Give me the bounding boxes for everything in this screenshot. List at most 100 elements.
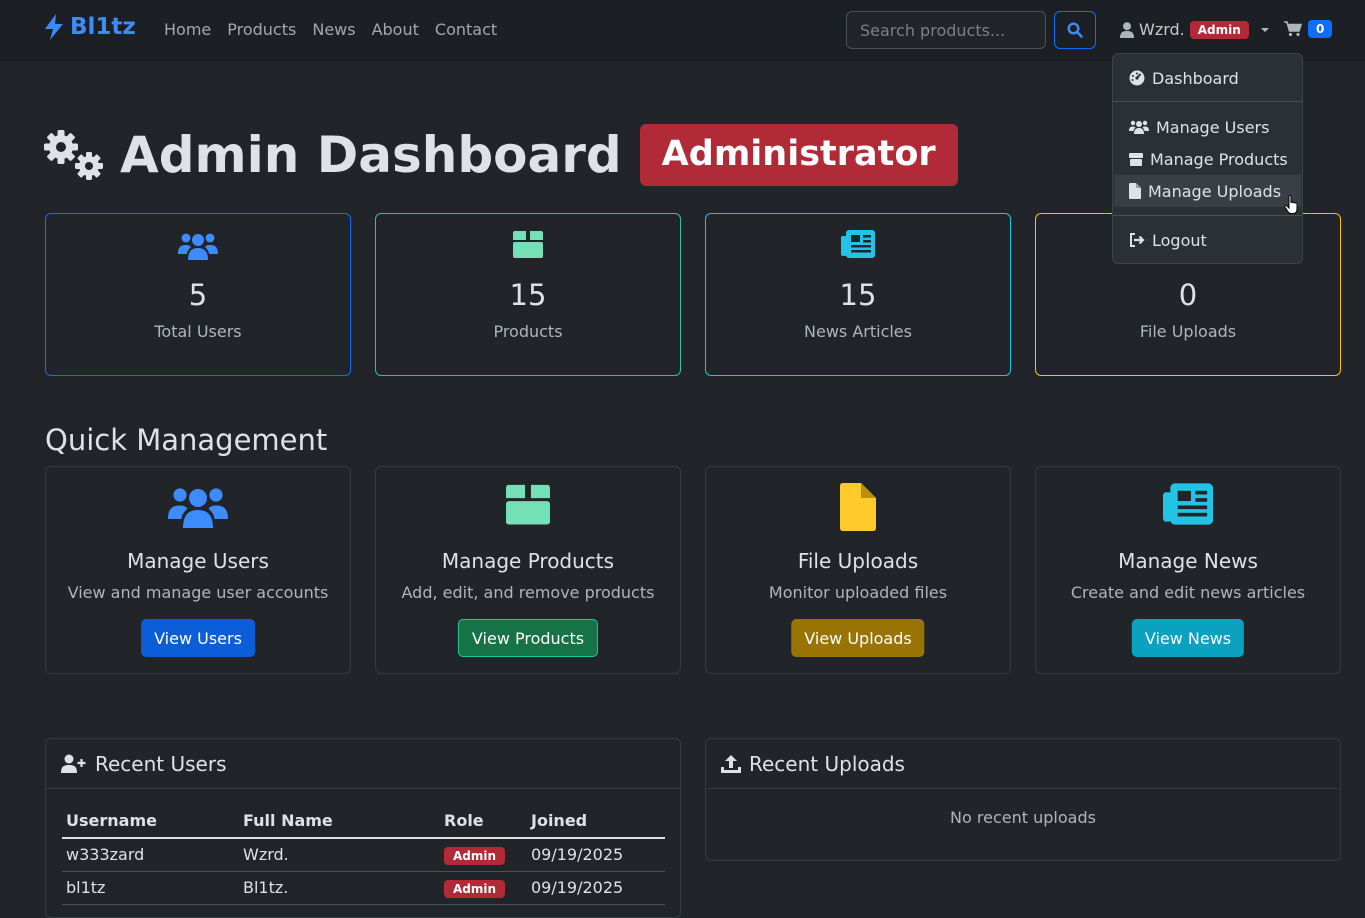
admin-badge: Admin	[1189, 20, 1249, 39]
view-products-button[interactable]: View Products	[457, 619, 599, 657]
stat-label: News Articles	[804, 322, 912, 341]
panel-header: Recent Users	[46, 739, 680, 789]
brand-name: Bl1tz	[70, 14, 136, 40]
dropdown-label-dashboard: Dashboard	[1152, 68, 1239, 88]
search-icon	[1067, 22, 1083, 38]
dropdown-item-dashboard[interactable]: Dashboard	[1114, 62, 1301, 94]
dropdown-label-logout: Logout	[1152, 230, 1207, 250]
stat-value: 0	[1178, 278, 1198, 312]
page-title: Admin Dashboard	[120, 126, 622, 184]
table-row: bl1tz Bl1tz. Admin 09/19/2025	[62, 871, 665, 905]
cell-full-name: Bl1tz.	[239, 871, 440, 905]
gauge-icon	[1129, 70, 1145, 86]
caret-down-icon	[1260, 27, 1269, 32]
file-icon	[1129, 183, 1141, 199]
box-icon	[513, 231, 543, 258]
stat-value: 5	[188, 278, 208, 312]
upload-icon	[721, 754, 741, 773]
quick-card-products: Manage Products Add, edit, and remove pr…	[375, 466, 681, 674]
role-badge: Administrator	[639, 124, 958, 186]
recent-users-table: Username Full Name Role Joined w333zard …	[62, 804, 665, 905]
card-description: Add, edit, and remove products	[401, 583, 655, 602]
card-title: Manage News	[1118, 549, 1258, 573]
dropdown-item-manage-uploads[interactable]: Manage Uploads	[1114, 175, 1301, 207]
card-title: Manage Users	[127, 549, 269, 573]
user-name: Wzrd.	[1139, 20, 1185, 39]
nav-news[interactable]: News	[312, 20, 355, 39]
quick-card-users: Manage Users View and manage user accoun…	[45, 466, 351, 674]
hand-cursor-icon	[1284, 195, 1298, 214]
cell-username: w333zard	[62, 838, 239, 872]
card-description: Monitor uploaded files	[768, 583, 948, 602]
view-users-button[interactable]: View Users	[141, 619, 255, 657]
section-title: Quick Management	[45, 423, 328, 457]
users-icon	[168, 488, 228, 528]
users-icon	[1129, 120, 1149, 134]
role-badge: Admin	[444, 880, 506, 898]
nav-products[interactable]: Products	[227, 20, 296, 39]
recent-uploads-panel: Recent Uploads No recent uploads	[705, 738, 1341, 861]
stat-label: Total Users	[154, 322, 242, 341]
dropdown-divider	[1113, 101, 1302, 102]
newspaper-icon	[1163, 483, 1213, 525]
dropdown-label-manage-products: Manage Products	[1150, 149, 1288, 169]
nav-about[interactable]: About	[372, 20, 419, 39]
panel-title: Recent Users	[95, 751, 227, 776]
column-header-joined: Joined	[527, 804, 665, 839]
user-dropdown-menu: Dashboard Manage Users Manage Products M…	[1112, 53, 1303, 264]
users-icon	[178, 233, 218, 260]
stat-label: File Uploads	[1139, 322, 1237, 341]
user-icon	[1120, 21, 1134, 38]
cell-full-name: Wzrd.	[239, 838, 440, 872]
brand-logo[interactable]: Bl1tz	[44, 14, 136, 40]
recent-users-panel: Recent Users Username Full Name Role Joi…	[45, 738, 681, 918]
dropdown-label-manage-uploads: Manage Uploads	[1148, 181, 1282, 201]
stat-value: 15	[509, 278, 547, 312]
page-header: Admin Dashboard Administrator	[44, 124, 958, 186]
cart-button[interactable]: 0	[1284, 20, 1333, 38]
view-uploads-button[interactable]: View Uploads	[791, 619, 925, 657]
stat-card-users: 5 Total Users	[45, 213, 351, 376]
nav-home[interactable]: Home	[164, 20, 211, 39]
file-icon	[840, 483, 876, 531]
cell-role: Admin	[440, 871, 527, 905]
box-icon	[1129, 153, 1143, 166]
role-badge: Admin	[444, 847, 506, 866]
newspaper-icon	[841, 230, 875, 258]
gears-icon	[44, 130, 103, 180]
dropdown-item-logout[interactable]: Logout	[1114, 224, 1301, 256]
search-button[interactable]	[1054, 11, 1096, 49]
quick-card-news: Manage News Create and edit news article…	[1035, 466, 1341, 674]
cell-role: Admin	[440, 838, 527, 872]
dropdown-item-manage-products[interactable]: Manage Products	[1114, 143, 1301, 175]
table-row: w333zard Wzrd. Admin 09/19/2025	[62, 838, 665, 872]
stat-card-products: 15 Products	[375, 213, 681, 376]
box-icon	[506, 484, 550, 525]
quick-card-uploads: File Uploads Monitor uploaded files View…	[705, 466, 1011, 674]
table-header-row: Username Full Name Role Joined	[62, 804, 665, 839]
dropdown-item-manage-users[interactable]: Manage Users	[1114, 111, 1301, 143]
card-description: Create and edit news articles	[1070, 583, 1306, 602]
stat-card-news: 15 News Articles	[705, 213, 1011, 376]
user-menu-toggle[interactable]: Wzrd. Admin	[1120, 20, 1273, 39]
card-title: Manage Products	[441, 549, 615, 573]
cart-icon	[1284, 21, 1302, 37]
navbar: Bl1tz Home Products News About Contact W…	[0, 0, 1365, 61]
column-header-role: Role	[440, 804, 527, 839]
view-news-button[interactable]: View News	[1131, 619, 1245, 657]
column-header-full-name: Full Name	[239, 804, 440, 839]
cell-joined: 09/19/2025	[527, 838, 665, 872]
stat-label: Products	[493, 322, 563, 341]
panel-header: Recent Uploads	[706, 739, 1340, 789]
cell-username: bl1tz	[62, 871, 239, 905]
user-plus-icon	[61, 754, 86, 773]
column-header-username: Username	[62, 804, 239, 839]
dropdown-label-manage-users: Manage Users	[1156, 117, 1270, 137]
card-title: File Uploads	[797, 549, 919, 573]
nav-contact[interactable]: Contact	[435, 20, 497, 39]
cart-count-badge: 0	[1308, 20, 1333, 38]
search-input[interactable]	[846, 11, 1046, 49]
cell-joined: 09/19/2025	[527, 871, 665, 905]
nav-links: Home Products News About Contact	[164, 20, 497, 39]
stat-value: 15	[839, 278, 877, 312]
